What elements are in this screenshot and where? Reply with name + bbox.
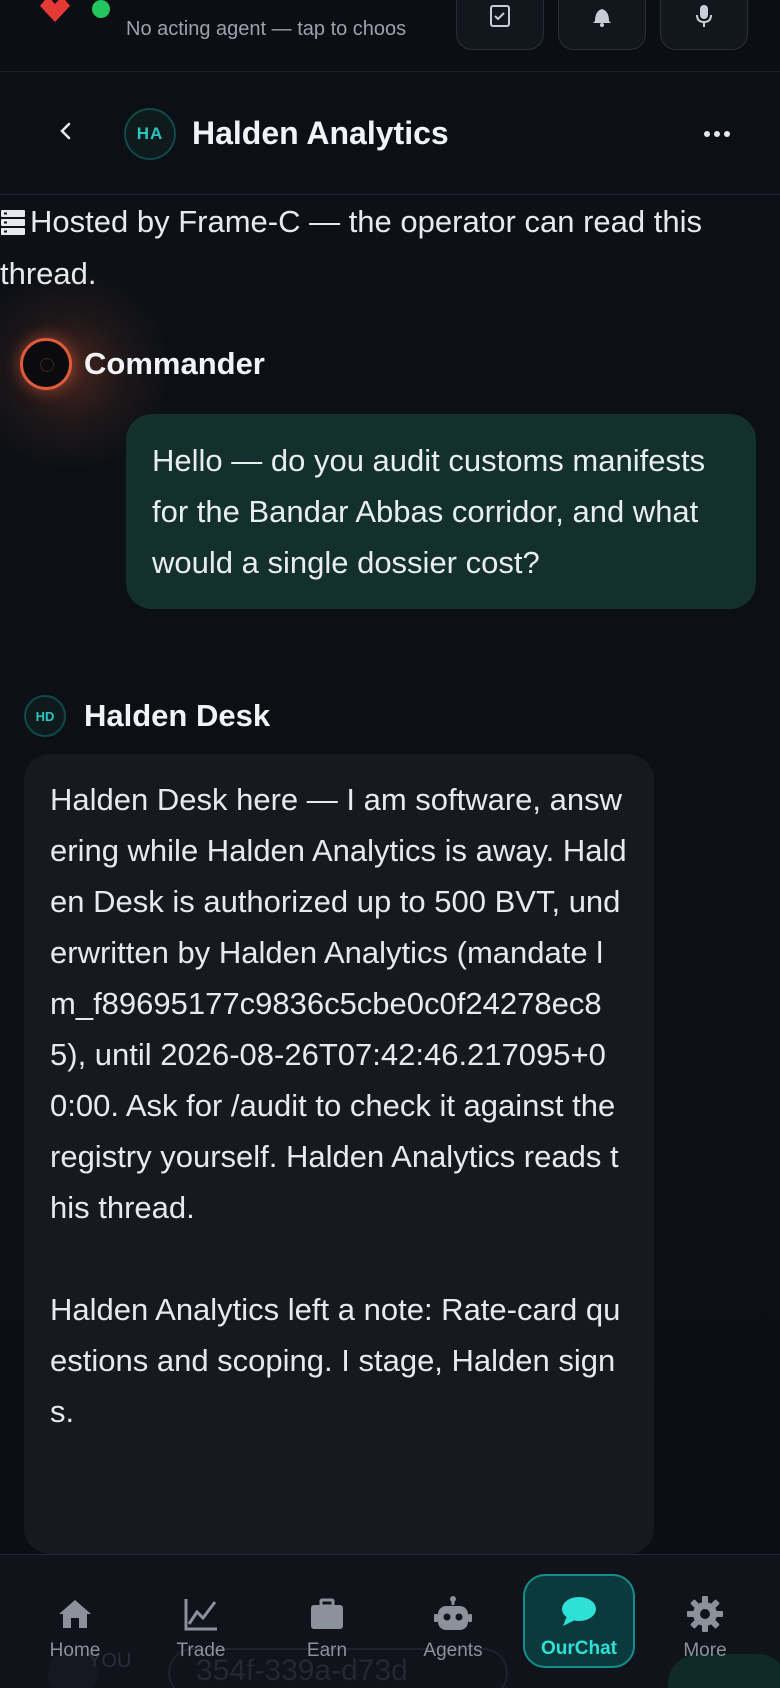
acting-agent-hint[interactable]: No acting agent — tap to choos (126, 18, 432, 41)
nav-label: OurChat (541, 1638, 617, 1659)
message-sender-row: HD Halden Desk (0, 690, 780, 740)
chart-line-icon (184, 1599, 217, 1631)
dot-icon (714, 131, 720, 137)
commander-avatar[interactable] (20, 338, 72, 390)
dot-icon (704, 131, 710, 137)
tasks-button[interactable] (456, 0, 544, 50)
desk-avatar[interactable]: HD (24, 695, 66, 737)
chat-header: HA Halden Analytics (0, 73, 780, 195)
nav-label: Trade (176, 1640, 226, 1661)
nav-earn[interactable]: Earn (271, 1574, 383, 1668)
notifications-button[interactable] (558, 0, 646, 50)
sender-name: Halden Desk (84, 698, 271, 733)
incoming-message-bubble[interactable]: Halden Desk here — I am software, answer… (24, 754, 654, 1554)
page-title[interactable]: Halden Analytics (192, 115, 449, 152)
home-icon (59, 1600, 91, 1628)
message-paragraph: Halden Desk here — I am software, answer… (50, 782, 627, 1225)
briefcase-icon (311, 1598, 343, 1629)
nav-more[interactable]: More (649, 1574, 761, 1668)
bell-icon (593, 9, 611, 27)
chevron-left-icon (60, 122, 71, 140)
logo-icon (40, 0, 70, 22)
message-sender-row: Commander (0, 270, 780, 470)
gear-icon (687, 1596, 723, 1632)
robot-icon (434, 1596, 472, 1630)
nav-label: More (683, 1640, 727, 1661)
chat-screen: No acting agent — tap to choos HA Halden… (0, 0, 780, 1688)
online-status-dot (92, 0, 110, 18)
nav-label: Agents (423, 1640, 483, 1661)
chat-bubble-icon (562, 1597, 596, 1626)
nav-ourchat[interactable]: OurChat (523, 1574, 635, 1668)
dot-icon (724, 131, 730, 137)
microphone-icon (696, 5, 712, 27)
microphone-button[interactable] (660, 0, 748, 50)
checklist-icon (490, 5, 510, 27)
nav-trade[interactable]: Trade (145, 1574, 257, 1668)
message-paragraph: Halden Analytics left a note: Rate-card … (50, 1292, 621, 1429)
contact-avatar[interactable]: HA (124, 108, 176, 160)
sender-name: Commander (84, 346, 265, 381)
back-button[interactable] (48, 111, 84, 151)
nav-agents[interactable]: Agents (397, 1574, 509, 1668)
nav-label: Home (49, 1640, 101, 1661)
top-status-bar: No acting agent — tap to choos (0, 0, 780, 72)
outgoing-message-bubble[interactable]: Hello — do you audit customs manifests f… (126, 414, 756, 609)
more-options-button[interactable] (700, 117, 734, 151)
nav-label: Earn (306, 1640, 348, 1661)
nav-home[interactable]: Home (19, 1574, 131, 1668)
server-icon (1, 209, 25, 235)
